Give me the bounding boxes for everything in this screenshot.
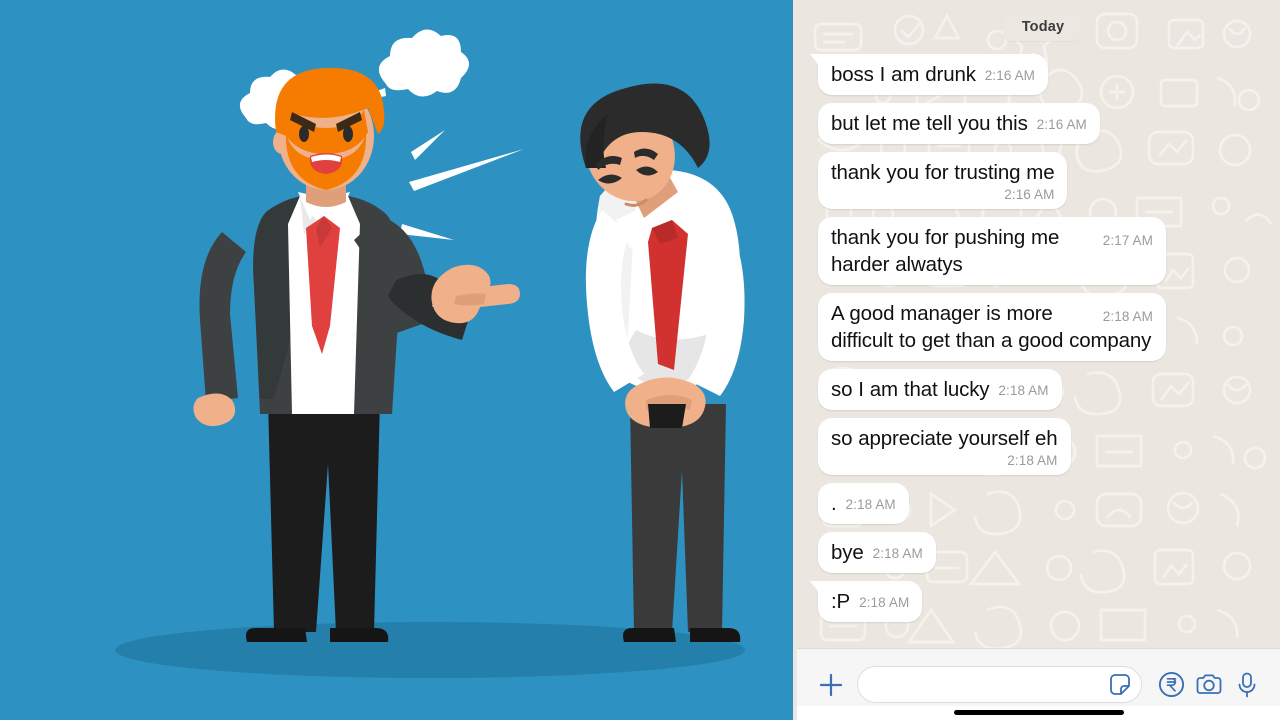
message-row: . 2:18 AM [818,483,1268,524]
boss-eye-left [299,126,309,142]
payment-button[interactable] [1152,666,1190,704]
message-time: 2:16 AM [984,68,1036,83]
message-row: 2:17 AM thank you for pushing me harder … [818,217,1268,285]
boss-shoe-left [246,628,307,642]
message-bubble[interactable]: . 2:18 AM [818,483,909,524]
message-bubble[interactable]: 2:17 AM thank you for pushing me harder … [818,217,1166,285]
message-time: 2:18 AM [1007,453,1058,468]
day-divider: Today [818,14,1268,41]
message-row: boss I am drunk 2:16 AM [818,54,1268,95]
message-time: 2:16 AM [1036,117,1087,132]
microphone-button[interactable] [1228,666,1266,704]
message-row: so I am that lucky 2:18 AM [818,369,1268,410]
message-text: boss I am drunk [831,63,976,86]
illustration-panel [0,0,793,720]
message-bubble[interactable]: but let me tell you this 2:16 AM [818,103,1100,144]
message-bubble[interactable]: so appreciate yourself eh 2:18 AM [818,418,1071,475]
camera-icon [1196,674,1222,694]
message-text: so appreciate yourself eh [831,427,1058,450]
employee-shoe-left [623,628,676,642]
boss-scolding-employee-illustration [0,0,793,720]
message-text: thank you for trusting me [831,161,1055,184]
message-text: but let me tell you this [831,112,1028,135]
message-list[interactable]: Today boss I am drunk 2:16 AM but let me … [797,0,1280,648]
chat-panel: Today boss I am drunk 2:16 AM but let me … [797,0,1280,720]
message-time: 2:16 AM [1004,187,1055,202]
message-text: :P [831,590,851,613]
message-text: . [831,492,837,515]
message-bubble[interactable]: 2:18 AM A good manager is more difficult… [818,293,1166,361]
message-text: so I am that lucky [831,378,990,401]
message-time: 2:18 AM [1102,309,1153,324]
message-row: so appreciate yourself eh 2:18 AM [818,418,1268,475]
message-text-input[interactable] [872,675,1107,694]
microphone-icon [1238,672,1256,697]
plus-icon [819,673,843,696]
message-time: 2:18 AM [872,546,923,561]
message-row: but let me tell you this 2:16 AM [818,103,1268,144]
camera-button[interactable] [1190,666,1228,704]
message-time: 2:18 AM [859,595,910,610]
message-bubble[interactable]: so I am that lucky 2:18 AM [818,369,1062,410]
screenshot-root: Today boss I am drunk 2:16 AM but let me … [0,0,1280,720]
home-indicator[interactable] [953,710,1124,715]
message-bubble[interactable]: boss I am drunk 2:16 AM [818,54,1049,95]
boss-eye-right [343,126,353,142]
boss-left-hand [193,393,236,427]
rupee-payment-icon [1158,671,1184,698]
message-input-field[interactable] [857,666,1142,703]
message-bubble[interactable]: :P 2:18 AM [818,581,923,622]
message-time: 2:18 AM [845,497,896,512]
message-row: :P 2:18 AM [818,581,1268,622]
message-row: 2:18 AM A good manager is more difficult… [818,293,1268,361]
employee-shoe-right [690,628,741,642]
message-bubble[interactable]: bye 2:18 AM [818,532,936,573]
message-text: bye [831,541,864,564]
message-text: thank you for pushing me harder alwatys [831,226,1060,276]
message-time: 2:18 AM [998,383,1049,398]
message-bubble[interactable]: thank you for trusting me 2:16 AM [818,152,1068,209]
day-divider-label: Today [1002,14,1084,41]
message-row: thank you for trusting me 2:16 AM [818,152,1268,209]
attach-plus-button[interactable] [811,665,851,705]
message-time: 2:17 AM [1102,233,1153,248]
home-indicator-area [797,706,1280,720]
boss-shoe-right [330,628,389,642]
message-row: bye 2:18 AM [818,532,1268,573]
sticker-icon[interactable] [1107,672,1133,698]
